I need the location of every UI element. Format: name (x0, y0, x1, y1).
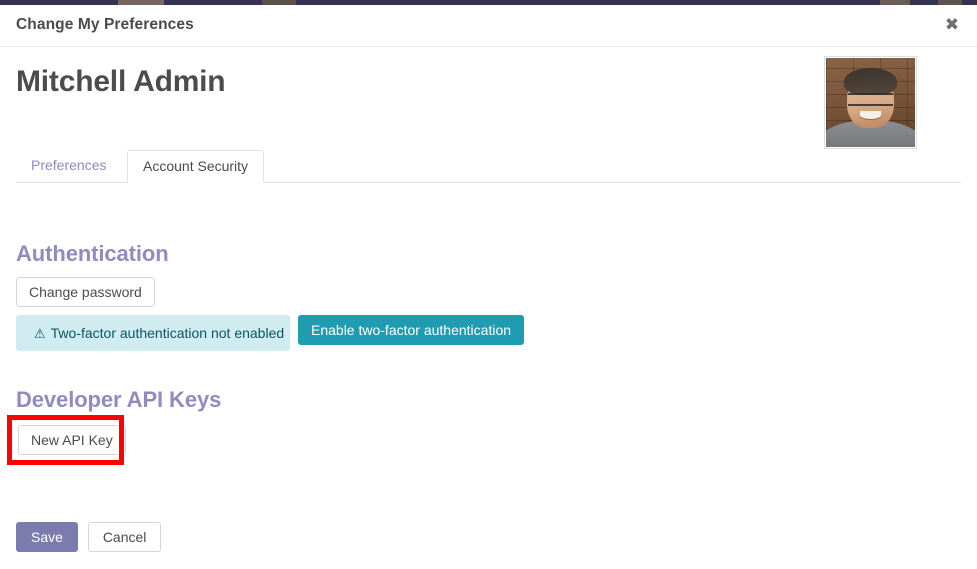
dialog-body: Mitchell Admin Preferences Account Secur… (0, 47, 977, 183)
warning-triangle-icon: ⚠ (34, 327, 46, 342)
avatar-hair (843, 67, 898, 96)
enable-two-factor-authentication-button[interactable]: Enable two-factor authentication (298, 315, 525, 345)
authentication-heading: Authentication (16, 241, 169, 266)
dialog-header: Change My Preferences ✖ (0, 5, 977, 47)
close-icon[interactable]: ✖ (939, 12, 965, 38)
tab-bar: Preferences Account Security (16, 150, 961, 183)
avatar-glasses (848, 92, 893, 107)
save-button[interactable]: Save (16, 522, 78, 552)
dialog-footer: Save Cancel (16, 522, 162, 552)
two-factor-status-badge: ⚠ Two-factor authentication not enabled (16, 315, 290, 351)
avatar[interactable] (824, 56, 917, 149)
page-title: Mitchell Admin (16, 65, 226, 98)
two-factor-status-text: Two-factor authentication not enabled (50, 325, 285, 341)
tab-account-security[interactable]: Account Security (127, 150, 265, 183)
avatar-photo (826, 58, 915, 147)
dialog-title: Change My Preferences (16, 16, 194, 33)
preferences-dialog: Change My Preferences ✖ Mitchell Admin P… (0, 5, 977, 569)
tab-preferences[interactable]: Preferences (16, 150, 121, 183)
record-header: Mitchell Admin (16, 47, 961, 150)
developer-api-keys-heading: Developer API Keys (16, 387, 222, 412)
new-api-key-button[interactable]: New API Key (18, 425, 126, 455)
cancel-button[interactable]: Cancel (87, 522, 162, 552)
change-password-button[interactable]: Change password (16, 277, 155, 307)
